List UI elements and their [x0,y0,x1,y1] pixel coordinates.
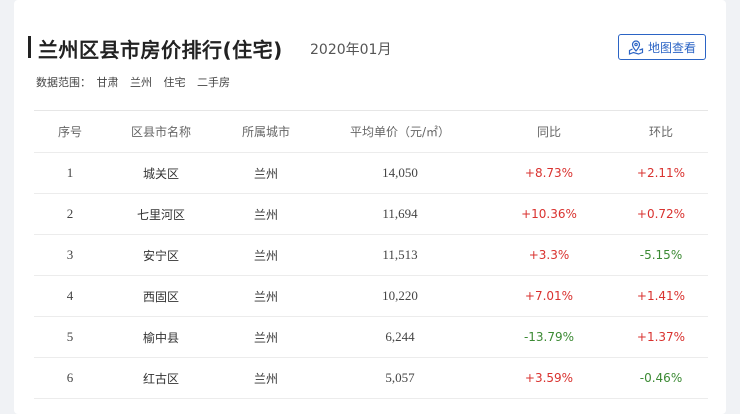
cell-district[interactable]: 红古区 [106,370,216,387]
map-view-button[interactable]: 地图查看 [618,34,706,60]
cell-city: 兰州 [253,207,278,222]
scope-label: 数据范围： [36,76,91,89]
column-header-yoy: 同比 [536,125,561,139]
cell-district[interactable]: 城关区 [106,165,216,182]
scope-market: 二手房 [197,76,230,89]
page-title: 兰州区县市房价排行(住宅) [38,38,283,62]
cell-mom: +1.37% [636,330,686,344]
cell-price: 5,057 [385,370,415,385]
cell-district[interactable]: 安宁区 [106,247,216,264]
cell-price: 14,050 [382,165,418,180]
column-header-mom: 环比 [648,125,673,139]
cell-mom: +0.72% [636,207,686,221]
cell-price: 10,220 [382,288,418,303]
column-header-rank: 序号 [57,125,82,139]
cell-yoy: +8.73% [524,166,574,180]
cell-rank: 2 [66,206,74,221]
cell-city: 兰州 [253,166,278,181]
column-header-price: 平均单价（元/㎡） [349,125,451,139]
cell-yoy: +3.59% [524,371,574,385]
cell-rank: 4 [66,288,74,303]
table-header: 序号 区县市名称 所属城市 平均单价（元/㎡） 同比 环比 [34,111,708,153]
table-row: 5 榆中县 兰州 6,244 -13.79% +1.37% [34,317,708,358]
cell-rank: 1 [66,165,74,180]
scope-city: 兰州 [130,76,152,89]
cell-price: 6,244 [385,329,415,344]
scope-province: 甘肃 [96,76,119,89]
cell-city: 兰州 [253,371,278,386]
scope-type: 住宅 [163,76,186,89]
cell-mom: +1.41% [636,289,686,303]
cell-price: 11,513 [382,247,418,262]
cell-rank: 6 [66,370,74,385]
cell-district[interactable]: 七里河区 [106,206,216,223]
cell-district[interactable]: 榆中县 [106,329,216,346]
cell-city: 兰州 [253,289,278,304]
ranking-card: 兰州区县市房价排行(住宅) 2020年01月 地图查看 数据范围： 甘肃 兰州 … [14,0,726,414]
map-view-label: 地图查看 [647,40,696,55]
cell-district[interactable]: 西固区 [106,288,216,305]
cell-yoy: +10.36% [521,207,577,221]
table-row: 4 西固区 兰州 10,220 +7.01% +1.41% [34,276,708,317]
table-row: 3 安宁区 兰州 11,513 +3.3% -5.15% [34,235,708,276]
column-header-district: 区县市名称 [130,125,191,139]
cell-yoy: -13.79% [523,330,575,344]
map-pin-icon [628,39,644,55]
cell-yoy: +7.01% [524,289,574,303]
price-ranking-table: 序号 区县市名称 所属城市 平均单价（元/㎡） 同比 环比 1 城关区 兰州 1… [34,110,708,399]
column-header-city: 所属城市 [241,125,290,139]
cell-rank: 5 [66,329,74,344]
table-row: 2 七里河区 兰州 11,694 +10.36% +0.72% [34,194,708,235]
table-row: 6 红古区 兰州 5,057 +3.59% -0.46% [34,358,708,399]
cell-mom: -5.15% [639,248,683,262]
cell-city: 兰州 [253,248,278,263]
report-date: 2020年01月 [310,42,392,58]
cell-rank: 3 [66,247,74,262]
cell-mom: -0.46% [639,371,683,385]
cell-mom: +2.11% [636,166,686,180]
cell-city: 兰州 [253,330,278,345]
cell-price: 11,694 [382,206,418,221]
table-row: 1 城关区 兰州 14,050 +8.73% +2.11% [34,153,708,194]
cell-yoy: +3.3% [528,248,570,262]
data-scope: 数据范围： 甘肃 兰州 住宅 二手房 [36,74,238,90]
title-accent-bar [28,36,31,58]
